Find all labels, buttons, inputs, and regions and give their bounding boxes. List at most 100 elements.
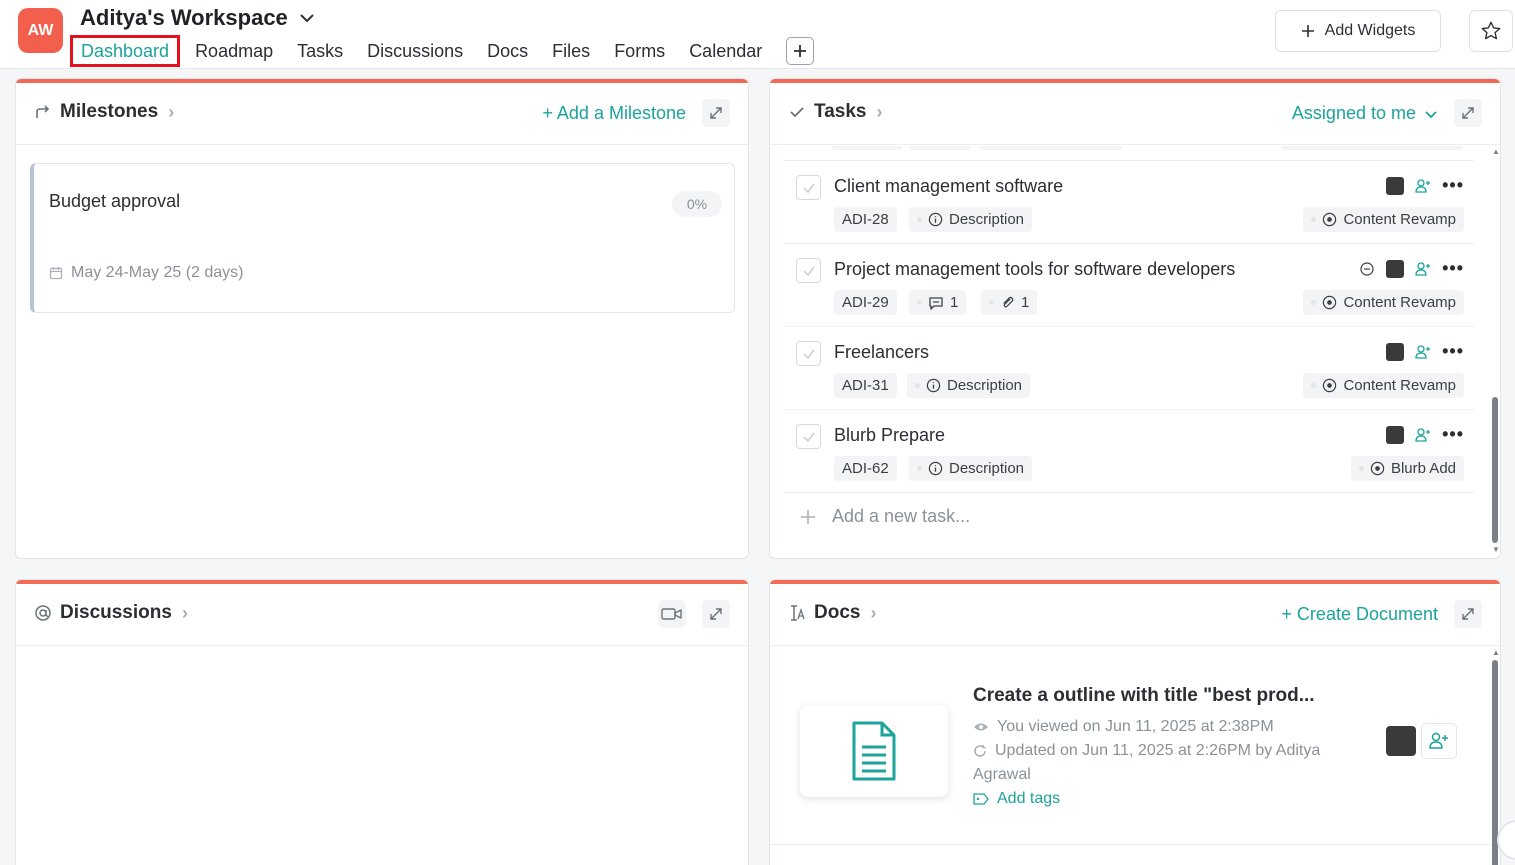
description-chip[interactable]: Description: [907, 373, 1031, 398]
add-assignee-icon[interactable]: [1414, 177, 1432, 195]
more-options-icon[interactable]: •••: [1442, 258, 1464, 279]
tasks-widget: Tasks › Assigned to me Client management…: [769, 78, 1501, 559]
task-checkbox[interactable]: [796, 258, 821, 283]
tasks-filter-dropdown[interactable]: Assigned to me: [1292, 103, 1438, 124]
more-options-icon[interactable]: •••: [1442, 424, 1464, 445]
comments-chip[interactable]: 1: [909, 290, 967, 315]
milestones-title[interactable]: Milestones ›: [34, 101, 174, 123]
tasks-scrollbar[interactable]: ▲ ▼: [1492, 148, 1500, 554]
eye-icon: [974, 723, 988, 731]
assignee-avatar[interactable]: [1386, 342, 1405, 361]
task-tag[interactable]: Blurb Add: [1350, 456, 1464, 481]
add-tab-button[interactable]: [786, 37, 815, 65]
task-checkbox[interactable]: [796, 175, 821, 200]
scroll-down-icon[interactable]: ▼: [1492, 546, 1500, 554]
expand-discussions-button[interactable]: [702, 600, 730, 628]
assignee-avatar[interactable]: [1386, 176, 1405, 195]
document-viewed: You viewed on Jun 11, 2025 at 2:38PM: [973, 718, 1274, 736]
task-name[interactable]: Freelancers: [834, 342, 929, 363]
workspace-avatar[interactable]: AW: [18, 8, 63, 53]
discussions-title[interactable]: Discussions ›: [34, 602, 188, 624]
task-id[interactable]: ADI-62: [834, 456, 897, 481]
attachment-count: 1: [1021, 294, 1030, 311]
assignee-avatar[interactable]: [1386, 259, 1405, 278]
description-chip[interactable]: Description: [909, 207, 1033, 232]
task-row[interactable]: Client management software ADI-28 Descri…: [784, 161, 1474, 244]
scroll-up-icon[interactable]: ▲: [1492, 649, 1500, 657]
expand-milestones-button[interactable]: [702, 99, 730, 127]
description-chip[interactable]: Description: [909, 456, 1033, 481]
target-icon: [1323, 212, 1337, 227]
paperclip-icon: [1003, 296, 1014, 308]
task-name[interactable]: Project management tools for software de…: [834, 259, 1235, 280]
task-tag[interactable]: Content Revamp: [1303, 290, 1464, 315]
task-name[interactable]: Blurb Prepare: [834, 425, 945, 446]
task-row[interactable]: Freelancers ADI-31 Description Content R…: [784, 327, 1474, 410]
expand-tasks-button[interactable]: [1454, 99, 1482, 127]
add-task-button[interactable]: Add a new task...: [784, 506, 970, 527]
task-id[interactable]: ADI-31: [834, 373, 897, 398]
chip-remnant: [1281, 146, 1463, 150]
check-icon: [802, 183, 815, 193]
add-assignee-icon[interactable]: [1414, 260, 1432, 278]
document-thumbnail[interactable]: [800, 705, 948, 797]
document-icon: [852, 721, 896, 781]
chevron-down-icon: [1425, 110, 1437, 118]
task-row[interactable]: Project management tools for software de…: [784, 244, 1474, 327]
scroll-thumb[interactable]: [1492, 397, 1498, 543]
workspace-switcher[interactable]: Aditya's Workspace: [80, 5, 316, 31]
expand-docs-button[interactable]: [1454, 600, 1482, 628]
task-checkbox[interactable]: [796, 424, 821, 449]
nav-tasks[interactable]: Tasks: [285, 35, 355, 67]
target-icon: [1370, 461, 1385, 476]
milestone-card[interactable]: Budget approval 0% May 24-May 25 (2 days…: [30, 163, 735, 313]
add-assignee-icon[interactable]: [1414, 343, 1432, 361]
nav-discussions[interactable]: Discussions: [355, 35, 475, 67]
discussions-header: Discussions ›: [16, 584, 748, 646]
milestone-progress: 0%: [672, 191, 722, 217]
add-widgets-button[interactable]: Add Widgets: [1275, 10, 1441, 52]
task-id[interactable]: ADI-28: [834, 207, 897, 232]
tasks-title[interactable]: Tasks ›: [788, 101, 882, 123]
favorite-button[interactable]: [1469, 10, 1513, 52]
nav-dashboard[interactable]: Dashboard: [70, 35, 181, 67]
scroll-up-icon[interactable]: ▲: [1492, 148, 1500, 156]
expand-icon: [1462, 608, 1474, 620]
assignee-avatar[interactable]: [1386, 425, 1405, 444]
at-sign-icon: [35, 605, 51, 621]
share-document-button[interactable]: [1421, 723, 1457, 759]
attachments-chip[interactable]: 1: [981, 290, 1038, 315]
nav-calendar[interactable]: Calendar: [677, 35, 774, 67]
task-name[interactable]: Client management software: [834, 176, 1063, 197]
add-tags-link[interactable]: Add tags: [973, 790, 1060, 808]
task-checkbox[interactable]: [796, 341, 821, 366]
create-document-link[interactable]: + Create Document: [1281, 604, 1438, 625]
comment-bubble-icon[interactable]: [1358, 260, 1376, 278]
document-owner-avatar[interactable]: [1386, 726, 1416, 756]
chevron-down-icon: [300, 14, 314, 23]
task-id[interactable]: ADI-29: [834, 290, 897, 315]
add-user-icon: [1429, 732, 1448, 749]
dot: [1311, 217, 1317, 222]
document-title[interactable]: Create a outline with title "best prod..…: [973, 685, 1315, 707]
docs-title[interactable]: Docs ›: [788, 602, 876, 624]
more-options-icon[interactable]: •••: [1442, 175, 1464, 196]
video-call-button[interactable]: [658, 600, 686, 628]
target-icon: [1323, 378, 1337, 393]
comment-icon: [929, 296, 943, 310]
nav-files[interactable]: Files: [540, 35, 602, 67]
nav-roadmap[interactable]: Roadmap: [183, 35, 285, 67]
task-tag[interactable]: Content Revamp: [1303, 373, 1464, 398]
chip-remnant: [980, 146, 1122, 150]
task-row[interactable]: Blurb Prepare ADI-62 Description Blurb A…: [784, 410, 1474, 493]
row-divider: [770, 844, 1500, 845]
task-tag[interactable]: Content Revamp: [1303, 207, 1464, 232]
nav-forms[interactable]: Forms: [602, 35, 677, 67]
discussions-title-text: Discussions: [60, 602, 172, 623]
more-options-icon[interactable]: •••: [1442, 341, 1464, 362]
add-assignee-icon[interactable]: [1414, 426, 1432, 444]
nav-docs[interactable]: Docs: [475, 35, 540, 67]
workspace-name: Aditya's Workspace: [80, 5, 288, 30]
docs-widget: Docs › + Create Document Create a outlin…: [769, 579, 1501, 865]
add-milestone-link[interactable]: + Add a Milestone: [542, 103, 686, 124]
